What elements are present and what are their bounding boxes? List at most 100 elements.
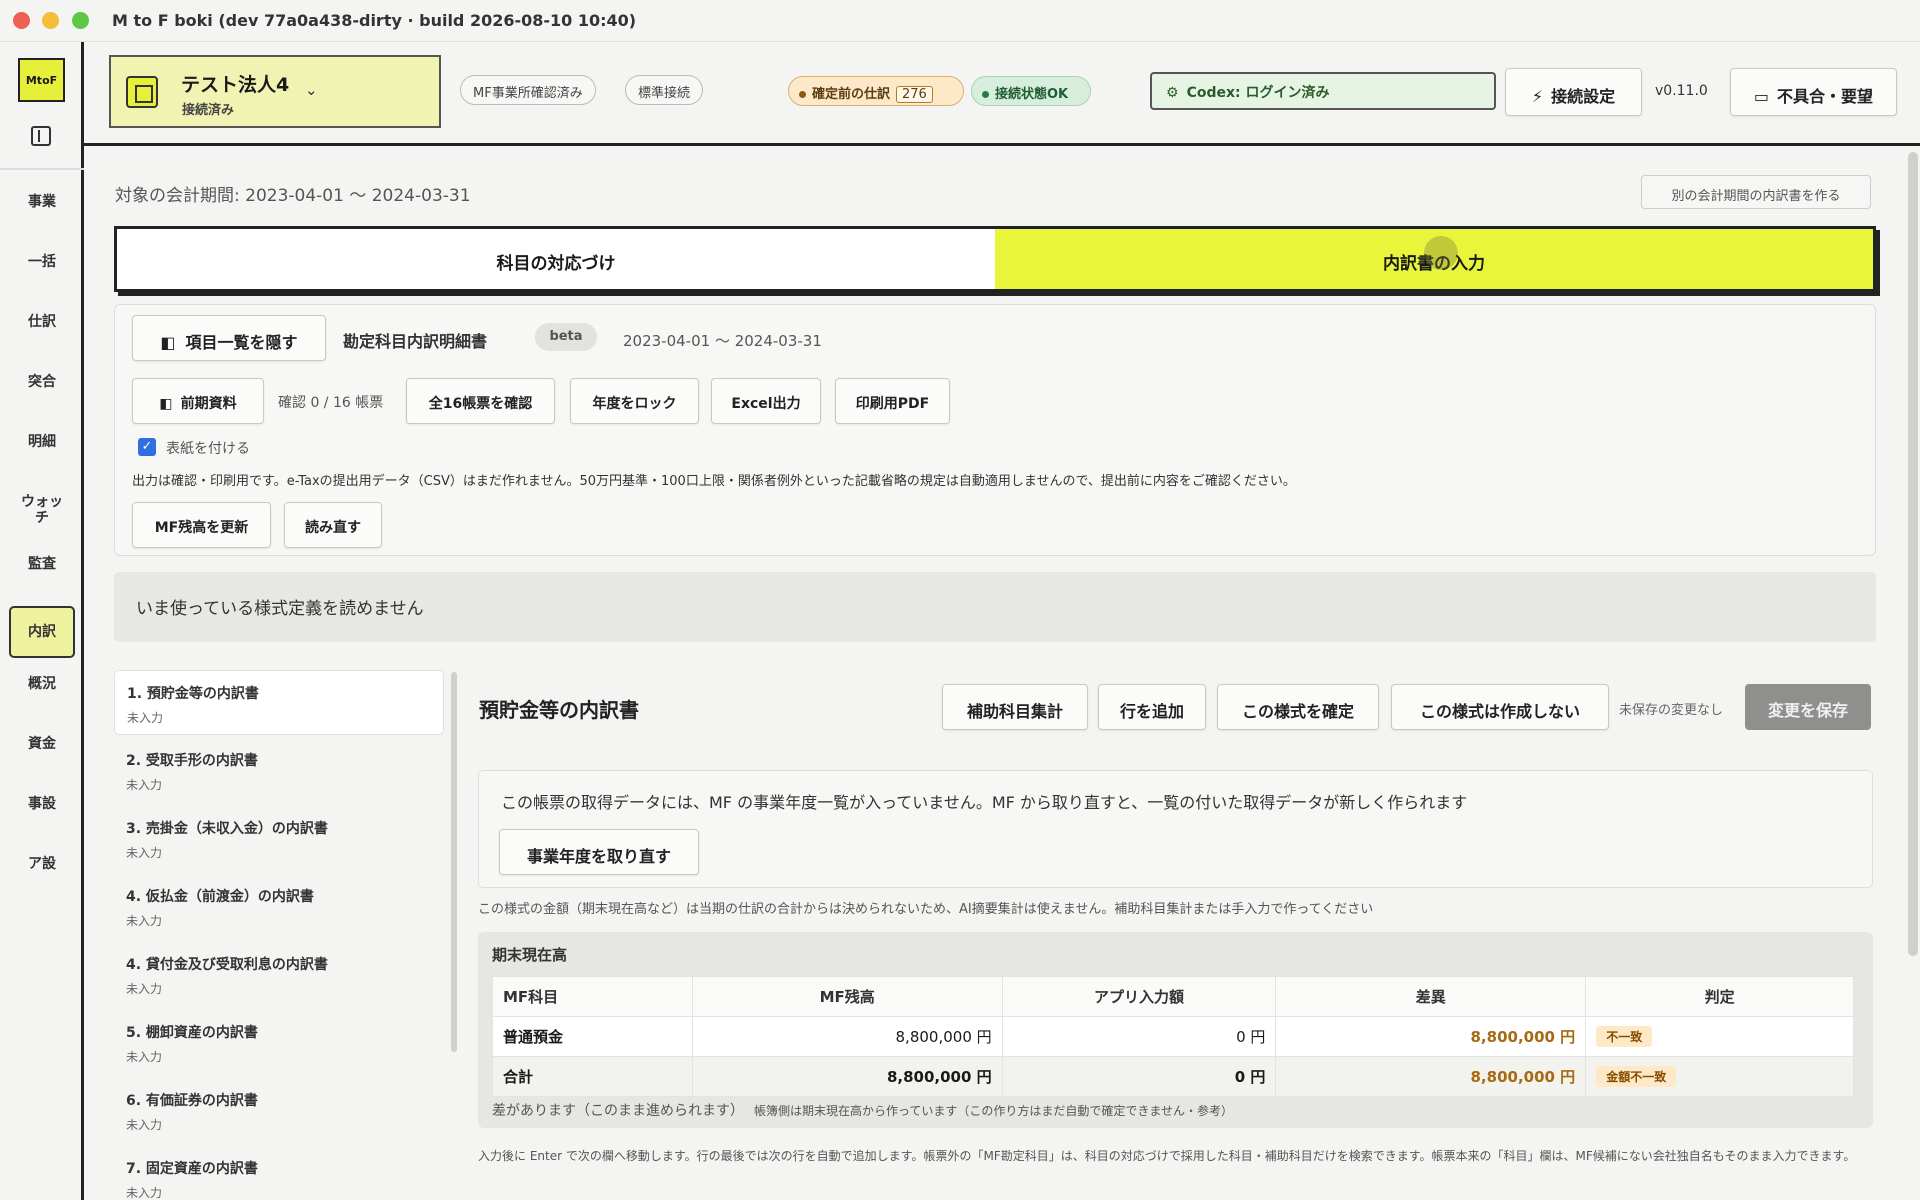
- cell-total-app: 0 円: [1001, 1056, 1277, 1097]
- sidebar: MtoF 事業 一括 仕訳 突合 明細 ウォッチ 監査 内訳 概況 資金 事設 …: [0, 42, 84, 1200]
- diff-note: 差があります（このまま進められます） 帳簿側は期末現在高から作っています（この作り…: [492, 1100, 1233, 1120]
- tab-account-mapping[interactable]: 科目の対応づけ: [117, 229, 995, 289]
- sidebar-item-uchiwake[interactable]: 内訳: [9, 606, 75, 658]
- refresh-mf-balance-button[interactable]: MF残高を更新: [132, 502, 271, 548]
- form-title: 5. 棚卸資産の内訳書: [126, 1025, 258, 1041]
- list-item[interactable]: 4. 仮払金（前渡金）の内訳書 未入力: [114, 874, 444, 942]
- list-item[interactable]: 2. 受取手形の内訳書 未入力: [114, 738, 444, 806]
- cell-difference: 8,800,000 円: [1275, 1016, 1587, 1057]
- comment-icon: ▭: [1753, 87, 1770, 106]
- draft-count: 276: [896, 86, 933, 103]
- prev-data-button[interactable]: ◧ 前期資料: [132, 378, 264, 424]
- form-status: 未入力: [126, 846, 163, 860]
- list-item[interactable]: 3. 売掛金（未収入金）の内訳書 未入力: [114, 806, 444, 874]
- col-mf-balance: MF残高: [691, 976, 1003, 1017]
- list-item[interactable]: 1. 預貯金等の内訳書 未入力: [114, 670, 444, 735]
- col-judgement: 判定: [1585, 976, 1854, 1017]
- sidebar-item-kansa[interactable]: 監査: [9, 556, 75, 572]
- sidebar-item-meisai[interactable]: 明細: [9, 434, 75, 450]
- col-app-amount: アプリ入力額: [1001, 976, 1277, 1017]
- diff-note-main: 差があります（このまま進められます）: [492, 1103, 744, 1119]
- org-selector[interactable]: テスト法人4 接続済み ⌄: [109, 55, 441, 128]
- sidebar-item-shiwake[interactable]: 仕訳: [9, 314, 75, 330]
- connection-settings-button[interactable]: ⚡ 接続設定: [1505, 68, 1642, 116]
- list-item[interactable]: 4. 貸付金及び受取利息の内訳書 未入力: [114, 942, 444, 1010]
- close-window-button[interactable]: [13, 12, 30, 29]
- info-text: この帳票の取得データには、MF の事業年度一覧が入っていません。MF から取り直…: [501, 793, 1468, 812]
- sidebar-item-ikkatsu[interactable]: 一括: [9, 254, 75, 270]
- sidebar-divider: [0, 168, 84, 170]
- sidebar-toggle-icon[interactable]: [31, 126, 51, 146]
- save-button[interactable]: 変更を保存: [1745, 684, 1871, 730]
- page-scrollbar[interactable]: [1908, 152, 1918, 956]
- feedback-button[interactable]: ▭ 不具合・要望: [1730, 68, 1897, 116]
- cell-total-judgement: 金額不一致: [1585, 1056, 1854, 1097]
- form-list-scrollbar[interactable]: [451, 672, 457, 1052]
- title-bar: M to F boki (dev 77a0a438-dirty · build …: [0, 0, 1920, 42]
- panel-left-icon: ◧: [160, 333, 176, 352]
- status-badge: 金額不一致: [1596, 1066, 1677, 1087]
- cover-checkbox[interactable]: ✓: [138, 438, 156, 456]
- print-pdf-button[interactable]: 印刷用PDF: [835, 378, 950, 424]
- sub-account-total-button[interactable]: 補助科目集計: [942, 684, 1088, 730]
- confirm-format-button[interactable]: この様式を確定: [1217, 684, 1379, 730]
- form-status: 未入力: [126, 1118, 163, 1132]
- skip-format-button[interactable]: この様式は作成しない: [1391, 684, 1609, 730]
- status-dot-icon: [982, 91, 989, 98]
- col-difference: 差異: [1275, 976, 1587, 1017]
- sidebar-item-shikin[interactable]: 資金: [9, 736, 75, 752]
- org-name: テスト法人4: [181, 74, 290, 96]
- hide-list-button[interactable]: ◧ 項目一覧を隠す: [132, 315, 326, 361]
- codex-status-text: Codex: ログイン済み: [1186, 85, 1330, 101]
- window-title: M to F boki (dev 77a0a438-dirty · build …: [112, 11, 637, 30]
- doc-title: 勘定科目内訳明細書: [343, 332, 488, 351]
- confirm-all-button[interactable]: 全16帳票を確認: [406, 378, 555, 424]
- cell-mf-balance: 8,800,000 円: [691, 1016, 1003, 1057]
- list-item[interactable]: 7. 固定資産の内訳書 未入力: [114, 1146, 444, 1200]
- lock-year-button[interactable]: 年度をロック: [570, 378, 699, 424]
- form-title: 6. 有価証券の内訳書: [126, 1093, 258, 1109]
- minimize-window-button[interactable]: [42, 12, 59, 29]
- form-status: 未入力: [127, 711, 164, 725]
- chevron-down-icon: ⌄: [305, 81, 318, 99]
- toolbar-period: 2023-04-01 〜 2024-03-31: [623, 332, 822, 350]
- main-content: 対象の会計期間: 2023-04-01 〜 2024-03-31 別の会計期間の…: [84, 146, 1920, 1200]
- balance-title: 期末現在高: [492, 946, 568, 964]
- diff-note-sub: 帳簿側は期末現在高から作っています（この作り方はまだ自動で確定できません・参考）: [754, 1104, 1234, 1118]
- balance-section: 期末現在高 MF科目 MF残高 アプリ入力額 差異 判定 普通預金 8,800,…: [478, 932, 1873, 1128]
- sidebar-item-jisetsu[interactable]: 事設: [9, 796, 75, 812]
- prev-data-label: 前期資料: [180, 396, 237, 412]
- form-status: 未入力: [126, 1050, 163, 1064]
- chip-standard: 標準接続: [625, 75, 704, 105]
- refetch-fiscal-year-button[interactable]: 事業年度を取り直す: [499, 829, 699, 875]
- form-status: 未入力: [126, 982, 163, 996]
- cell-judgement: 不一致: [1585, 1016, 1854, 1057]
- plug-icon: ⚡: [1531, 87, 1544, 106]
- chip-mf-office: MF事業所確認済み: [460, 75, 596, 105]
- format-warning: いま使っている様式定義を読めません: [114, 572, 1876, 642]
- codex-status[interactable]: ⚙ Codex: ログイン済み: [1150, 72, 1496, 110]
- sidebar-item-asetsu[interactable]: ア設: [9, 856, 75, 872]
- sidebar-item-totsugou[interactable]: 突合: [9, 374, 75, 390]
- hide-list-label: 項目一覧を隠す: [185, 333, 298, 352]
- zoom-window-button[interactable]: [72, 12, 89, 29]
- feedback-label: 不具合・要望: [1777, 87, 1874, 106]
- list-item[interactable]: 5. 棚卸資産の内訳書 未入力: [114, 1010, 444, 1078]
- draft-journal-chip[interactable]: 確定前の仕訳 276: [788, 76, 964, 106]
- add-row-button[interactable]: 行を追加: [1098, 684, 1206, 730]
- list-item[interactable]: 6. 有価証券の内訳書 未入力: [114, 1078, 444, 1146]
- app-logo[interactable]: MtoF: [18, 58, 65, 102]
- balance-table: MF科目 MF残高 アプリ入力額 差異 判定 普通預金 8,800,000 円 …: [492, 976, 1854, 1097]
- top-header: テスト法人4 接続済み ⌄ MF事業所確認済み 標準接続 確定前の仕訳 276 接…: [84, 42, 1920, 146]
- sidebar-item-watch[interactable]: ウォッチ: [9, 494, 75, 526]
- sidebar-item-jigyou[interactable]: 事業: [9, 194, 75, 210]
- connection-settings-label: 接続設定: [1551, 87, 1616, 106]
- tab-bar: 科目の対応づけ 内訳書の入力: [114, 226, 1876, 292]
- excel-export-button[interactable]: Excel出力: [711, 378, 821, 424]
- reload-button[interactable]: 読み直す: [284, 502, 382, 548]
- panel-left-icon: ◧: [159, 396, 173, 412]
- form-title: 1. 預貯金等の内訳書: [127, 686, 259, 702]
- other-period-button[interactable]: 別の会計期間の内訳書を作る: [1641, 175, 1871, 209]
- sidebar-item-gaikyou[interactable]: 概況: [9, 676, 75, 692]
- cell-account: 普通預金: [492, 1016, 693, 1057]
